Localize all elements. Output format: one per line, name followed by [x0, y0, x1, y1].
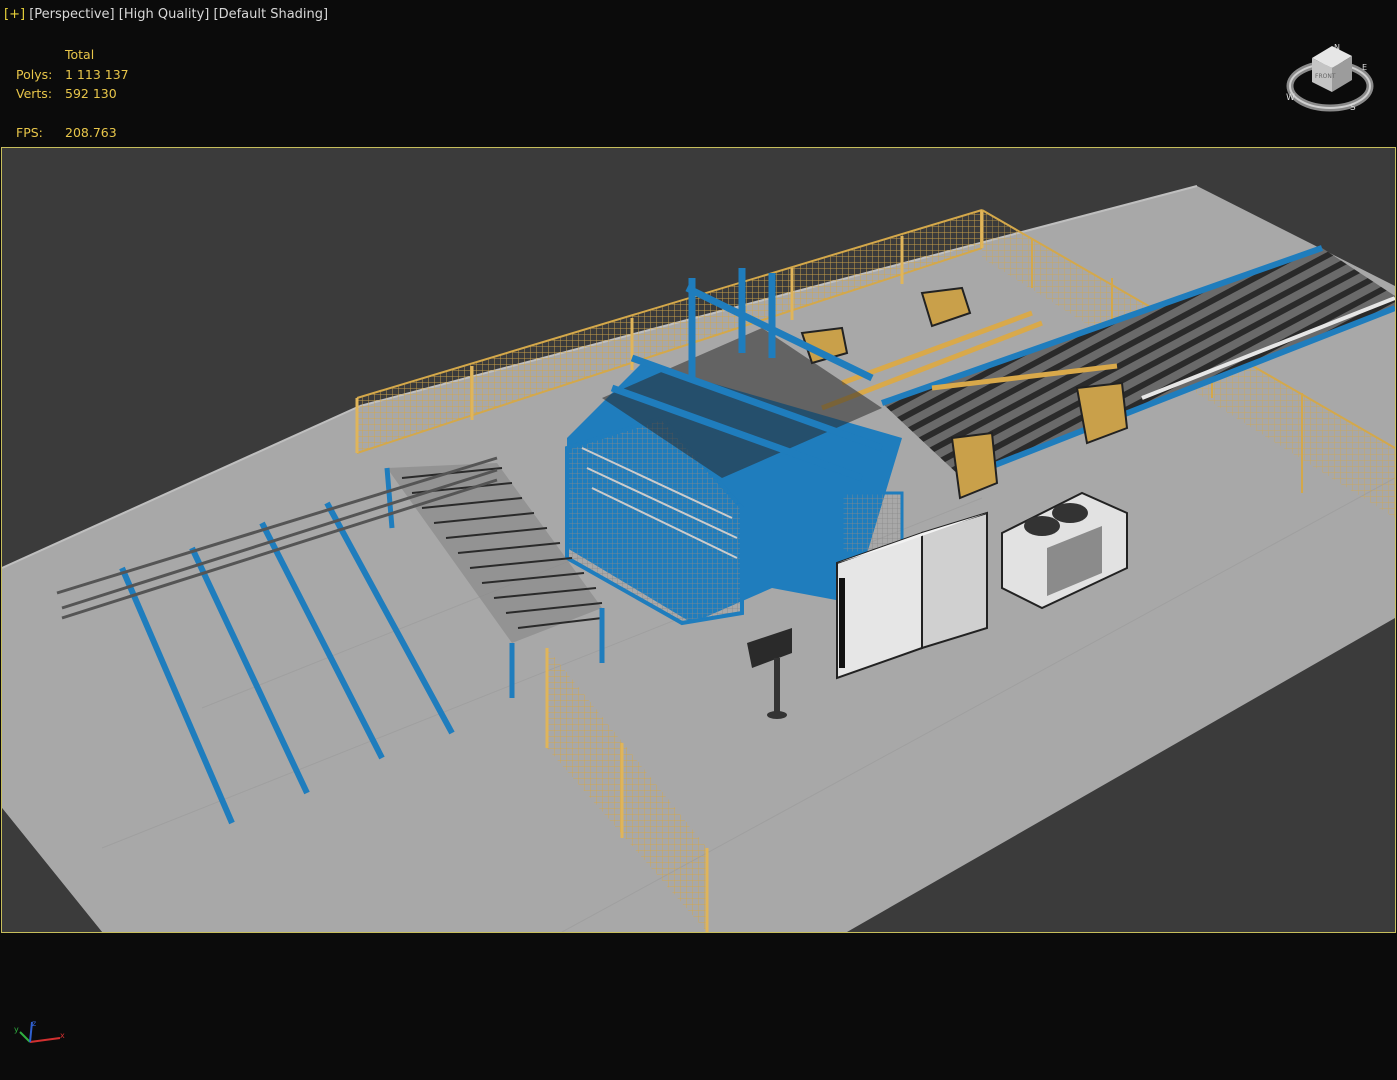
compass-e: E [1362, 63, 1367, 72]
polys-label: Polys: [16, 66, 53, 82]
fps-label: FPS: [16, 124, 43, 140]
stats-column-header: Total [65, 47, 95, 62]
verts-label: Verts: [16, 86, 53, 101]
viewport-plus-menu[interactable]: [+] [4, 7, 25, 22]
verts-value: 592 130 [65, 86, 117, 101]
shading-menu[interactable]: [Default Shading] [214, 7, 329, 22]
scene-render [2, 185, 1395, 932]
svg-text:z: z [32, 1019, 36, 1028]
viewcube-face-label: FRONT [1315, 73, 1336, 80]
viewcube-icon[interactable]: FRONT N W S E [1280, 36, 1380, 120]
quality-menu[interactable]: [High Quality] [119, 7, 210, 22]
compass-w: W [1286, 93, 1295, 103]
view-type-menu[interactable]: [Perspective] [29, 7, 114, 22]
viewport-label-menu: [+] [Perspective] [High Quality] [Defaul… [4, 7, 328, 22]
perspective-viewport[interactable] [1, 147, 1396, 933]
svg-text:y: y [14, 1025, 19, 1034]
fps-value: 208.763 [65, 124, 117, 140]
compass-s: S [1350, 103, 1356, 113]
svg-text:x: x [60, 1031, 65, 1040]
polys-value: 1 113 137 [65, 66, 129, 82]
axis-tripod-icon: x y z [12, 1018, 68, 1058]
compass-n: N [1334, 43, 1340, 52]
